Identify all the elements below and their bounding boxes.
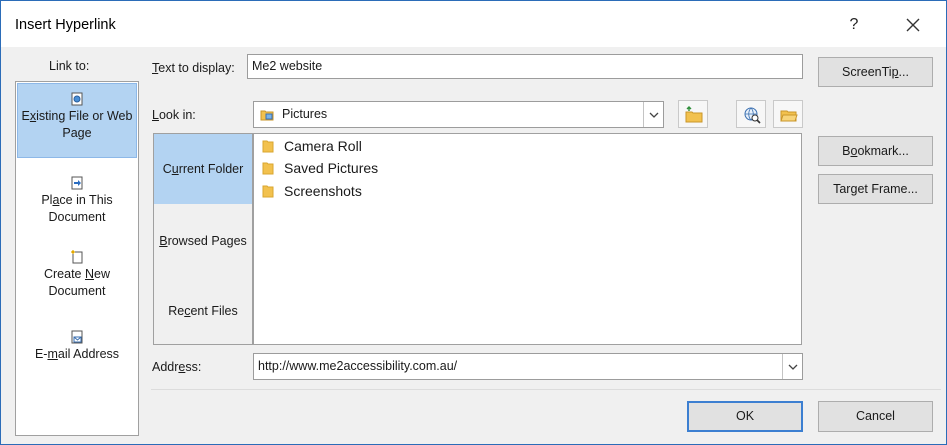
link-place-in-document[interactable]: Place in This Document bbox=[17, 168, 137, 228]
link-create-new-document-label: Create New Document bbox=[43, 267, 110, 298]
help-button[interactable]: ? bbox=[839, 11, 869, 39]
up-one-folder-button[interactable] bbox=[678, 100, 708, 128]
text-to-display-input[interactable]: Me2 website bbox=[247, 54, 803, 79]
link-email-address[interactable]: E-mail Address bbox=[17, 322, 137, 367]
up-folder-icon bbox=[685, 106, 703, 123]
close-icon bbox=[906, 18, 920, 32]
folder-icon bbox=[262, 185, 274, 198]
link-create-new-document[interactable]: Create New Document bbox=[17, 242, 137, 302]
list-item[interactable]: Screenshots bbox=[262, 180, 362, 202]
link-existing-file-label: Existing File or Web Page bbox=[21, 109, 133, 140]
pictures-folder-icon bbox=[260, 110, 274, 121]
link-email-address-label: E-mail Address bbox=[34, 347, 120, 361]
address-label: Address: bbox=[152, 360, 202, 374]
current-folder-tab[interactable]: Current Folder bbox=[154, 134, 252, 204]
dialog-title: Insert Hyperlink bbox=[15, 17, 116, 33]
title-bar: Insert Hyperlink ? bbox=[1, 1, 946, 47]
list-item[interactable]: Saved Pictures bbox=[262, 157, 378, 179]
bookmark-button[interactable]: Bookmark... bbox=[818, 136, 933, 166]
screentip-button[interactable]: ScreenTip... bbox=[818, 57, 933, 87]
look-in-label: Look in: bbox=[152, 108, 196, 122]
text-to-display-label: Text to display: bbox=[152, 61, 235, 75]
look-in-combo[interactable]: Pictures bbox=[253, 101, 664, 128]
look-in-dropdown-button[interactable] bbox=[643, 102, 663, 127]
look-in-value: Pictures bbox=[282, 107, 328, 121]
chevron-down-icon bbox=[649, 112, 659, 118]
link-existing-file[interactable]: Existing File or Web Page bbox=[17, 83, 137, 158]
ok-button[interactable]: OK bbox=[687, 401, 803, 432]
folder-icon bbox=[262, 162, 274, 175]
browse-section-bar: Current Folder Browsed Pages Recent File… bbox=[153, 133, 253, 345]
address-input[interactable]: http://www.me2accessibility.com.au/ bbox=[258, 359, 457, 373]
address-dropdown-button[interactable] bbox=[782, 354, 802, 379]
target-frame-button[interactable]: Target Frame... bbox=[818, 174, 933, 204]
recent-files-tab[interactable]: Recent Files bbox=[154, 277, 252, 345]
file-list[interactable]: Camera Roll Saved Pictures Screenshots bbox=[253, 133, 802, 345]
browsed-pages-tab[interactable]: Browsed Pages bbox=[154, 206, 252, 276]
close-button[interactable] bbox=[893, 11, 933, 39]
link-to-bar: Existing File or Web Page Place in This … bbox=[15, 81, 139, 436]
existing-file-icon bbox=[71, 92, 83, 106]
cancel-button[interactable]: Cancel bbox=[818, 401, 933, 432]
chevron-down-icon bbox=[788, 364, 798, 370]
browse-file-button[interactable] bbox=[773, 100, 803, 128]
insert-hyperlink-dialog: Insert Hyperlink ? Link to: Existing Fil… bbox=[0, 0, 947, 445]
folder-icon bbox=[262, 140, 274, 153]
email-address-icon bbox=[71, 330, 83, 344]
list-item[interactable]: Camera Roll bbox=[262, 135, 362, 157]
open-folder-icon bbox=[780, 110, 798, 122]
address-combo[interactable]: http://www.me2accessibility.com.au/ bbox=[253, 353, 803, 380]
file-name: Saved Pictures bbox=[284, 160, 379, 176]
divider bbox=[151, 389, 941, 390]
file-name: Screenshots bbox=[284, 183, 362, 199]
browse-web-icon bbox=[744, 107, 761, 124]
link-to-label: Link to: bbox=[49, 59, 90, 73]
browse-web-button[interactable] bbox=[736, 100, 766, 128]
place-in-document-icon bbox=[71, 176, 83, 190]
link-place-in-document-label: Place in This Document bbox=[41, 193, 113, 224]
file-name: Camera Roll bbox=[284, 138, 362, 154]
new-document-icon bbox=[71, 250, 83, 264]
